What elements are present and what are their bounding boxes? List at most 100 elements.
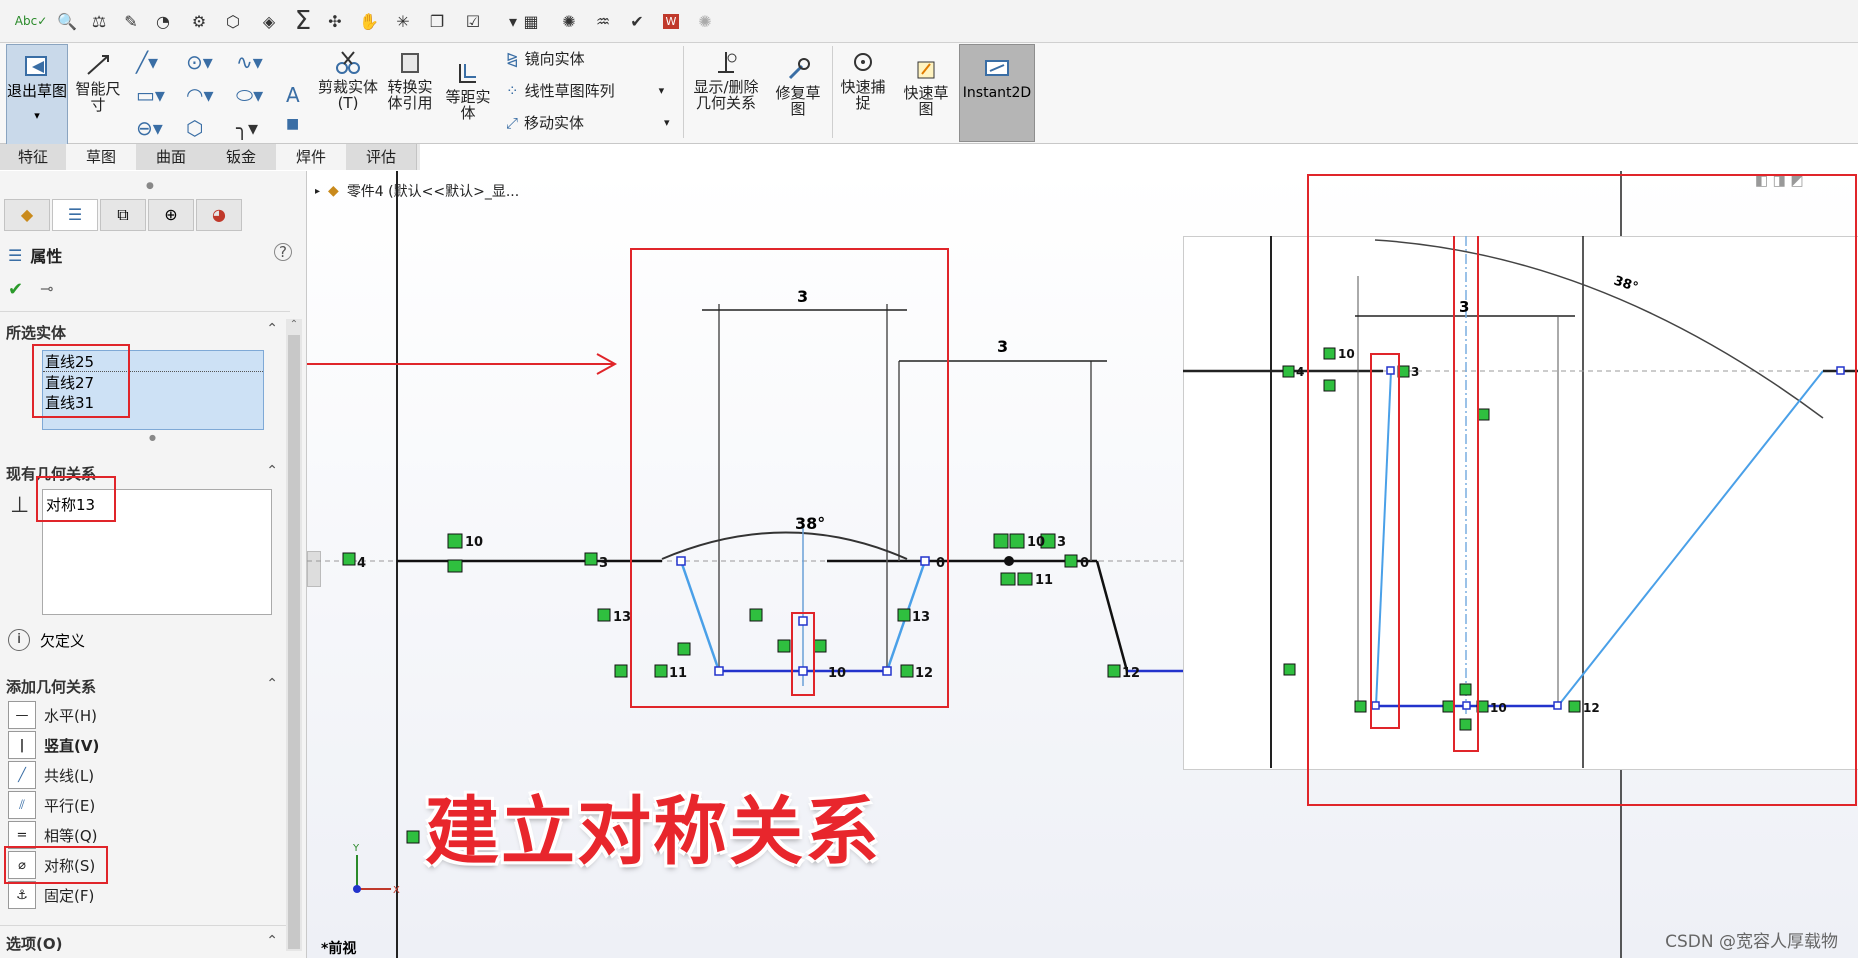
relation-glyph[interactable] — [406, 830, 420, 844]
sketch-point[interactable] — [676, 556, 686, 566]
smart-dimension-button[interactable]: 智能尺寸 — [70, 52, 126, 113]
scroll-thumb[interactable] — [288, 335, 300, 949]
dimxpert-icon[interactable]: ⊕ — [148, 199, 194, 231]
ok-check-icon[interactable]: ✔ — [8, 279, 23, 300]
hand-icon[interactable]: ✋ — [356, 8, 382, 34]
point-icon[interactable]: ■ — [286, 116, 299, 132]
tab-features[interactable]: 特征 — [0, 144, 67, 170]
relation-glyph[interactable] — [654, 664, 668, 678]
relation-glyph[interactable] — [1107, 664, 1121, 678]
quick-snaps-button[interactable]: 快速捕捉 — [834, 50, 892, 111]
help-icon[interactable]: ? — [274, 243, 292, 261]
collapse-icon[interactable]: ⌃ — [266, 463, 278, 479]
sketch-line[interactable] — [1095, 560, 1129, 672]
relation-glyph[interactable] — [1009, 533, 1025, 549]
check-circle-icon[interactable]: ✔ — [624, 8, 650, 34]
spline-icon[interactable]: ∿▾ — [236, 50, 263, 74]
add-relation-vertical[interactable]: | 竖直(V) — [8, 731, 99, 759]
copy-icon[interactable]: ❐ — [424, 8, 450, 34]
relation-glyph[interactable] — [897, 608, 911, 622]
relation-glyph[interactable] — [447, 533, 463, 549]
axes-icon[interactable]: ✣ — [322, 8, 348, 34]
sketch-point[interactable] — [798, 616, 808, 626]
add-relation-parallel[interactable]: ⫽ 平行(E) — [8, 791, 95, 819]
instant2d-button[interactable]: Instant2D — [959, 44, 1035, 142]
circle-icon[interactable]: ⊙▾ — [186, 50, 213, 74]
splitter-handle[interactable]: ● — [149, 433, 156, 442]
relation-glyph[interactable] — [584, 552, 598, 566]
line-icon[interactable]: ╱▾ — [136, 50, 158, 74]
configuration-manager-icon[interactable]: ⧉ — [100, 199, 146, 231]
checklist-icon[interactable]: ☑ — [460, 8, 486, 34]
relation-glyph[interactable] — [614, 664, 628, 678]
relation-glyph[interactable] — [993, 533, 1009, 549]
graph-icon[interactable]: ♒ — [590, 8, 616, 34]
ellipse-icon[interactable]: ⬭▾ — [236, 83, 263, 107]
collapse-icon[interactable]: ⌃ — [266, 933, 278, 949]
relation-glyph[interactable] — [749, 608, 763, 622]
move-entities-button[interactable]: ⤢ 移动实体 ▾ — [506, 112, 670, 133]
tab-sheet-metal[interactable]: 钣金 — [206, 144, 277, 170]
relation-glyph[interactable] — [342, 552, 356, 566]
mirror-entities-button[interactable]: ⧎ 镜向实体 — [506, 48, 585, 69]
tab-surfaces[interactable]: 曲面 — [136, 144, 207, 170]
exit-sketch-button[interactable]: 退出草图 ▾ — [6, 44, 68, 152]
magnify-icon[interactable]: 🔍 — [54, 8, 80, 34]
fillet-icon[interactable]: ╮▾ — [236, 116, 258, 140]
angle-dimension-text[interactable]: 38° — [795, 514, 825, 533]
sketch-point[interactable] — [714, 666, 724, 676]
repair-sketch-button[interactable]: 修复草图 — [770, 56, 826, 117]
polygon-icon[interactable]: ⬡ — [186, 116, 203, 140]
feature-manager-icon[interactable]: ◆ — [4, 199, 50, 231]
chevron-down-icon[interactable]: ▾ — [659, 84, 665, 97]
panel-scrollbar[interactable]: ⌃ — [286, 319, 302, 951]
sketch-point[interactable] — [882, 666, 892, 676]
trim-entities-button[interactable]: 剪裁实体(T) — [318, 50, 378, 111]
add-relation-fix[interactable]: ⚓ 固定(F) — [8, 881, 94, 909]
cube-icon[interactable]: ◈ — [256, 8, 282, 34]
relation-glyph[interactable] — [813, 639, 827, 653]
text-icon[interactable]: A — [286, 83, 300, 107]
sketch-point[interactable] — [1004, 556, 1014, 566]
rectangle-icon[interactable]: ▭▾ — [136, 83, 165, 107]
word-icon[interactable]: W — [658, 8, 684, 34]
box-icon[interactable]: ⬡ — [220, 8, 246, 34]
convert-entities-button[interactable]: 转换实体引用 — [382, 50, 438, 111]
settings-icon[interactable]: ✺ — [692, 8, 718, 34]
star-icon[interactable]: ✳ — [390, 8, 416, 34]
relation-glyph[interactable] — [1282, 365, 1295, 378]
dimension-text[interactable]: 3 — [997, 337, 1008, 356]
sketch-point[interactable] — [920, 556, 930, 566]
gear-icon[interactable]: ⚙ — [186, 8, 212, 34]
add-relation-horizontal[interactable]: — 水平(H) — [8, 701, 97, 729]
arc-icon[interactable]: ◠▾ — [186, 83, 214, 107]
relation-glyph[interactable] — [777, 639, 791, 653]
display-manager-icon[interactable]: ◕ — [196, 199, 242, 231]
relation-glyph[interactable] — [597, 608, 611, 622]
scroll-up-icon[interactable]: ⌃ — [286, 319, 302, 330]
relation-glyph[interactable] — [1017, 572, 1033, 586]
relation-glyph[interactable] — [1064, 554, 1078, 568]
dimension-text[interactable]: 3 — [797, 287, 808, 306]
chevron-down-icon[interactable]: ▾ — [7, 109, 67, 122]
spreadsheet-icon[interactable]: ▦ — [518, 8, 544, 34]
tab-evaluate[interactable]: 评估 — [346, 144, 417, 170]
collapse-icon[interactable]: ⌃ — [266, 676, 278, 692]
slot-icon[interactable]: ⊖▾ — [136, 116, 163, 140]
relation-glyph[interactable] — [900, 664, 914, 678]
relation-glyph[interactable] — [447, 559, 463, 573]
relation-glyph[interactable] — [1283, 663, 1296, 676]
chevron-down-icon[interactable]: ▾ — [664, 116, 670, 129]
relation-glyph[interactable] — [677, 642, 691, 656]
gauge-icon[interactable]: ◔ — [150, 8, 176, 34]
spelling-check-icon[interactable]: Abc✓ — [15, 8, 47, 34]
balance-icon[interactable]: ⚖ — [86, 8, 112, 34]
add-relation-equal[interactable]: = 相等(Q) — [8, 821, 98, 849]
palette-icon[interactable]: ✺ — [556, 8, 582, 34]
sketch-icon[interactable]: ✎ — [118, 8, 144, 34]
display-delete-relations-button[interactable]: 显示/删除几何关系 — [690, 50, 762, 111]
offset-entities-button[interactable]: 等距实体 — [442, 60, 494, 121]
tab-sketch[interactable]: 草图 — [66, 144, 137, 170]
splitter-handle[interactable]: ● — [146, 181, 154, 191]
add-relation-collinear[interactable]: ╱ 共线(L) — [8, 761, 94, 789]
